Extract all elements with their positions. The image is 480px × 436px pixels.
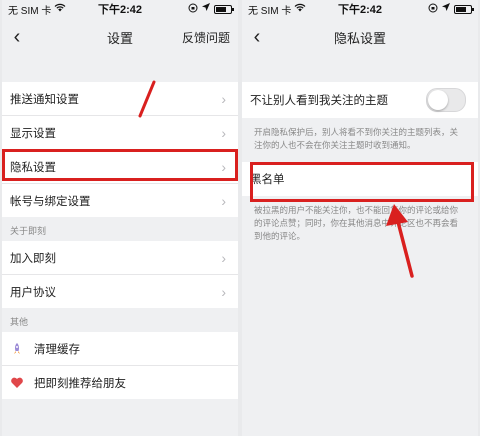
row-label: 不让别人看到我关注的主题 — [250, 95, 388, 107]
blacklist-description: 被拉黑的用户不能关注你，也不能回复你的评论或给你的评论点赞；同时，你在其他消息中… — [254, 205, 459, 241]
row-hide-followed-topics: 不让别人看到我关注的主题 — [242, 82, 478, 118]
battery-icon — [454, 4, 474, 14]
page-title: 隐私设置 — [333, 30, 386, 46]
settings-group-other: 清理缓存 把即刻推荐给朋友 — [2, 332, 238, 399]
nav-bar: ‹ 设置 反馈问题 — [2, 18, 238, 56]
back-button[interactable]: ‹ — [2, 26, 32, 49]
row-join[interactable]: 加入即刻 › — [2, 241, 238, 275]
wifi-icon — [294, 3, 306, 15]
annotation-arrow-up — [386, 204, 414, 278]
lock-rotation-icon — [428, 3, 438, 16]
hide-topics-toggle[interactable] — [426, 88, 466, 112]
toggle-knob — [428, 90, 448, 110]
status-bar: 无 SIM 卡 下午2:42 — [2, 0, 238, 18]
highlight-box-blacklist — [250, 162, 474, 202]
row-display-settings[interactable]: 显示设置 › — [2, 116, 238, 150]
heart-icon — [10, 376, 24, 390]
nav-bar: ‹ 隐私设置 — [242, 18, 478, 56]
settings-group-about: 加入即刻 › 用户协议 › — [2, 241, 238, 308]
toggle-description: 开启隐私保护后，别人将看不到你关注的主题列表，关注你的人也不会在你关注主题时收到… — [254, 127, 459, 150]
row-label: 清理缓存 — [34, 343, 80, 356]
row-label: 帐号与绑定设置 — [10, 195, 91, 208]
row-label: 把即刻推荐给朋友 — [34, 377, 126, 390]
chevron-right-icon: › — [221, 90, 226, 107]
row-label: 显示设置 — [10, 127, 56, 140]
lock-rotation-icon — [188, 3, 198, 16]
status-bar: 无 SIM 卡 下午2:42 — [242, 0, 478, 18]
row-label: 加入即刻 — [10, 252, 56, 265]
rocket-icon — [10, 342, 24, 356]
chevron-right-icon: › — [221, 249, 226, 266]
carrier-text: 无 SIM 卡 — [248, 5, 292, 17]
row-account-binding[interactable]: 帐号与绑定设置 › — [2, 184, 238, 217]
row-user-agreement[interactable]: 用户协议 › — [2, 275, 238, 308]
privacy-settings-screen: 无 SIM 卡 下午2:42 ‹ 隐私设置 不让别人看到我关注的主题 开启隐私保… — [242, 0, 478, 436]
chevron-right-icon: › — [221, 192, 226, 209]
location-icon — [442, 3, 450, 15]
highlight-box-privacy — [2, 149, 238, 181]
section-title-other: 其他 — [10, 317, 29, 327]
back-button[interactable]: ‹ — [242, 26, 272, 49]
row-clear-cache[interactable]: 清理缓存 — [2, 332, 238, 366]
annotation-arrow — [138, 80, 156, 118]
feedback-link[interactable]: 反馈问题 — [182, 29, 238, 46]
privacy-toggle-group: 不让别人看到我关注的主题 — [242, 82, 478, 118]
chevron-right-icon: › — [221, 124, 226, 141]
row-label: 用户协议 — [10, 286, 56, 299]
settings-screen: 无 SIM 卡 下午2:42 ‹ 设置 反馈问题 推送通知设置 › 显示设置 ›… — [2, 0, 238, 436]
location-icon — [202, 3, 210, 15]
section-title-about: 关于即刻 — [10, 226, 47, 236]
row-push-notifications[interactable]: 推送通知设置 › — [2, 82, 238, 116]
carrier-text: 无 SIM 卡 — [8, 5, 52, 17]
row-recommend-friends[interactable]: 把即刻推荐给朋友 — [2, 366, 238, 399]
chevron-right-icon: › — [221, 283, 226, 300]
row-label: 推送通知设置 — [10, 93, 79, 106]
wifi-icon — [54, 3, 66, 15]
battery-icon — [214, 4, 234, 14]
